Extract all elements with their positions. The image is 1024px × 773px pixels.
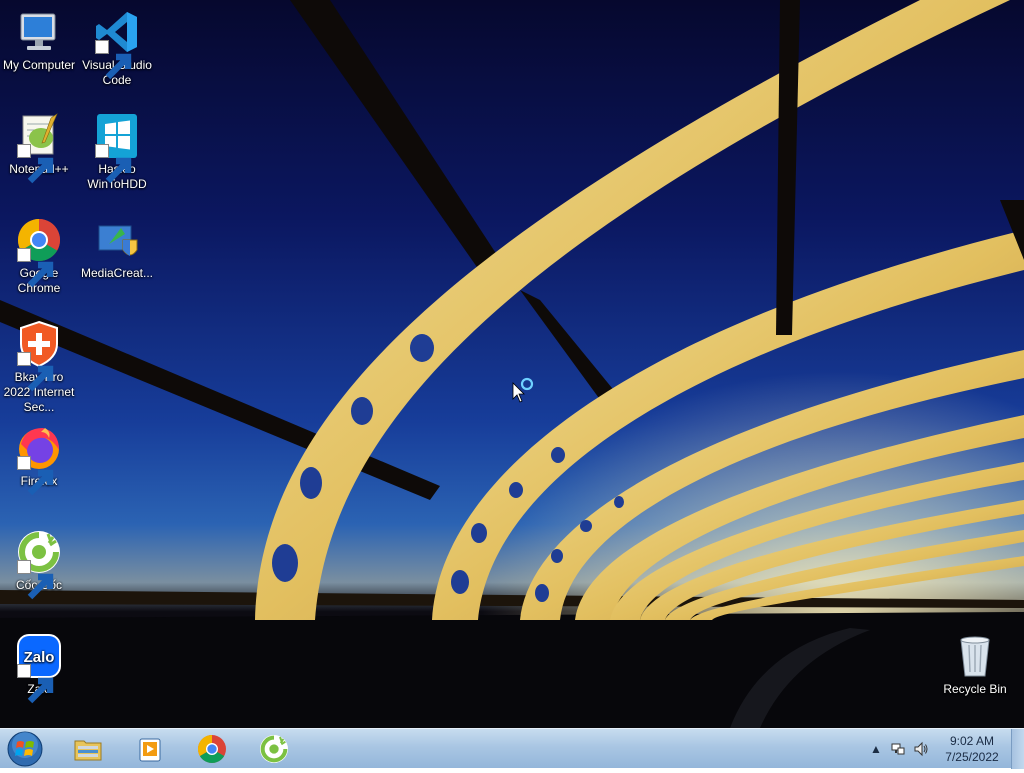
clock-date: 7/25/2022	[945, 750, 999, 764]
windows-logo-icon	[7, 731, 43, 767]
shortcut-arrow-icon	[17, 560, 54, 600]
clock[interactable]: 9:02 AM 7/25/2022	[932, 733, 1012, 765]
desktop-icon-google-chrome[interactable]: Google Chrome	[0, 216, 78, 296]
desktop-icon-notepad-plus-plus[interactable]: Notepad++	[0, 112, 78, 184]
notepad-plus-plus-icon	[15, 112, 63, 184]
zalo-icon: Zalo	[15, 632, 63, 704]
computer-icon	[15, 8, 63, 56]
desktop-icon-coc-coc[interactable]: Cốc Cốc	[0, 528, 78, 600]
show-hidden-icons-icon[interactable]: ▲	[868, 741, 884, 757]
volume-icon[interactable]	[913, 741, 929, 757]
shortcut-arrow-icon	[17, 248, 54, 288]
taskbar-google-chrome[interactable]	[192, 731, 232, 767]
icon-label: Recycle Bin	[943, 682, 1007, 696]
folder-icon	[74, 740, 102, 761]
desktop[interactable]: My Computer Visual Studio Code Notepad++	[0, 0, 1024, 728]
desktop-icon-recycle-bin[interactable]: Recycle Bin	[936, 632, 1014, 697]
wallpaper-bridge-image	[0, 0, 1024, 728]
icon-label: MediaCreat...	[80, 266, 154, 280]
desktop-icon-bkav-pro[interactable]: Bkav Pro 2022 Internet Sec...	[0, 320, 78, 415]
desktop-icon-hasleo-wintohdd[interactable]: Hasleo WinToHDD	[78, 112, 156, 192]
desktop-icon-my-computer[interactable]: My Computer	[0, 8, 78, 73]
start-button[interactable]	[5, 730, 45, 768]
chrome-icon	[197, 735, 226, 764]
desktop-icon-firefox[interactable]: Firefox	[0, 424, 78, 496]
hasleo-wintohdd-icon	[93, 112, 141, 184]
shortcut-arrow-icon	[17, 664, 54, 704]
chrome-icon	[15, 216, 63, 288]
taskbar-coc-coc[interactable]	[254, 731, 294, 767]
desktop-icon-visual-studio-code[interactable]: Visual Studio Code	[78, 8, 156, 88]
firefox-icon	[15, 424, 63, 496]
taskbar: ▲ 9:02 AM 7/25/2022	[0, 728, 1024, 769]
shortcut-arrow-icon	[17, 144, 54, 184]
taskbar-windows-explorer[interactable]	[68, 731, 108, 767]
coccoc-icon	[15, 528, 63, 600]
desktop-icon-media-creation-tool[interactable]: MediaCreat...	[78, 216, 156, 281]
shortcut-arrow-icon	[17, 456, 54, 496]
desktop-icon-zalo[interactable]: Zalo Zalo	[0, 632, 78, 704]
show-desktop-button[interactable]	[1011, 729, 1024, 769]
recycle-bin-icon	[951, 632, 999, 680]
network-icon[interactable]	[890, 741, 906, 757]
clock-time: 9:02 AM	[949, 734, 995, 748]
icon-label: My Computer	[2, 58, 76, 72]
taskbar-media-player[interactable]	[130, 731, 170, 767]
shortcut-arrow-icon	[95, 40, 132, 80]
shortcut-arrow-icon	[95, 144, 132, 184]
shortcut-arrow-icon	[17, 352, 54, 392]
bkav-icon	[15, 320, 63, 392]
media-player-icon	[139, 738, 161, 762]
media-creation-tool-icon	[93, 216, 141, 264]
coccoc-icon	[260, 735, 288, 763]
vscode-icon	[93, 8, 141, 80]
